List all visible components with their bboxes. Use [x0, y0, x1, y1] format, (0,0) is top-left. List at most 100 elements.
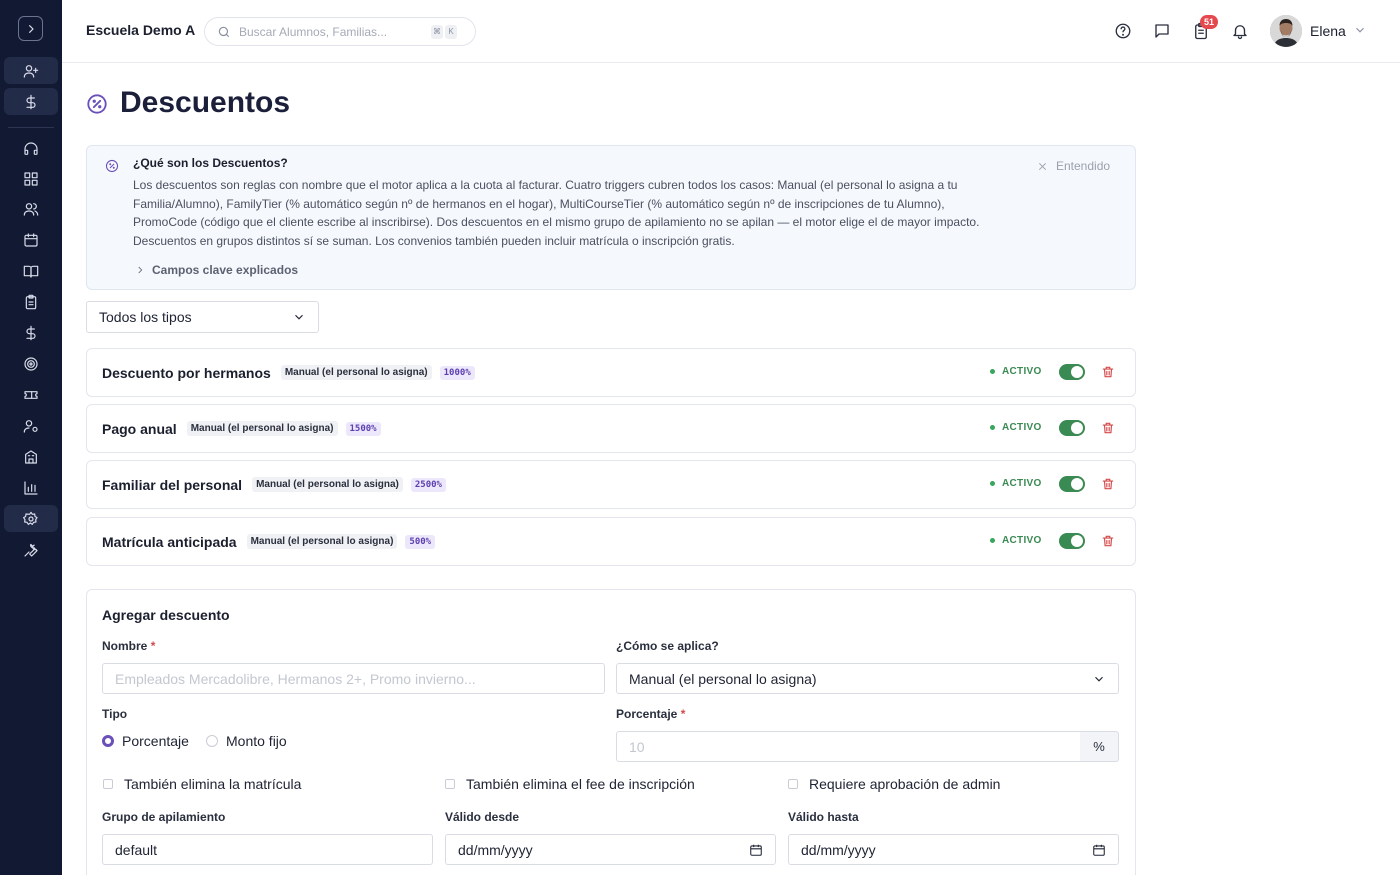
- valid-from-value: dd/mm/yyyy: [458, 841, 533, 858]
- radio-selected-indicator: [102, 735, 114, 747]
- type-radio-percentage[interactable]: Porcentaje: [102, 733, 189, 749]
- status-badge: ACTIVO: [990, 478, 1042, 489]
- valid-from-label: Válido desde: [445, 810, 520, 824]
- type-filter-value: Todos los tipos: [99, 309, 192, 325]
- active-toggle[interactable]: [1059, 476, 1085, 492]
- status-dot: [990, 425, 995, 430]
- sidebar-item-users[interactable]: [4, 195, 58, 222]
- discount-info-icon: [105, 159, 119, 173]
- messages-button[interactable]: [1152, 21, 1172, 41]
- info-line: Familia/Alumno), FamilyTier (% automátic…: [133, 196, 945, 211]
- chevron-down-icon: [1095, 676, 1103, 682]
- sidebar-item-user-settings[interactable]: [4, 412, 58, 439]
- sidebar-item-buildings[interactable]: [4, 443, 58, 470]
- gear-icon: [23, 511, 38, 525]
- sidebar-item-courses[interactable]: [4, 257, 58, 284]
- sidebar-expand-button[interactable]: [18, 16, 43, 41]
- help-button[interactable]: [1113, 21, 1133, 41]
- info-line: Los descuentos son reglas con nombre que…: [133, 178, 958, 192]
- discount-name: Matrícula anticipada: [102, 533, 237, 550]
- discount-amount-badge: 1500%: [345, 421, 381, 436]
- discount-trigger-badge: Manual (el personal lo asigna): [186, 421, 338, 436]
- shortcut-key-cmd: ⌘: [431, 24, 443, 39]
- active-toggle[interactable]: [1059, 364, 1085, 380]
- sidebar-item-settings[interactable]: [4, 505, 58, 532]
- sidebar-item-tools[interactable]: [4, 536, 58, 563]
- valid-to-label: Válido hasta: [788, 810, 859, 824]
- search-box[interactable]: ⌘ K: [204, 17, 476, 46]
- page-title: Descuentos: [120, 86, 291, 119]
- sidebar-item-dashboard[interactable]: [4, 165, 58, 192]
- key-fields-label: Campos clave explicados: [152, 263, 299, 277]
- calendar-icon: [24, 232, 38, 247]
- valid-to-field[interactable]: dd/mm/yyyy: [788, 834, 1119, 865]
- sidebar-item-billing[interactable]: [4, 88, 58, 115]
- delete-button[interactable]: [1101, 534, 1115, 548]
- radio-label: Monto fijo: [226, 733, 287, 749]
- delete-button[interactable]: [1101, 421, 1115, 435]
- clipboard-icon: [25, 294, 37, 309]
- trash-icon: [1102, 478, 1114, 490]
- user-menu-toggle[interactable]: [1353, 23, 1367, 37]
- active-toggle[interactable]: [1059, 420, 1085, 436]
- discount-name: Pago anual: [102, 420, 177, 437]
- delete-button[interactable]: [1101, 477, 1115, 491]
- sidebar-item-reports[interactable]: [4, 474, 58, 501]
- avatar-photo: [1270, 15, 1302, 47]
- sidebar-item-payments[interactable]: [4, 319, 58, 346]
- sidebar-item-add-user[interactable]: [4, 57, 58, 84]
- percent-suffix: %: [1080, 731, 1119, 762]
- sidebar-item-calendar[interactable]: [4, 226, 58, 253]
- school-name[interactable]: Escuela Demo A: [86, 22, 195, 38]
- sidebar-item-support[interactable]: [4, 135, 58, 162]
- stack-group-field[interactable]: default: [102, 834, 433, 865]
- headset-icon: [24, 141, 38, 155]
- remove-matricula-checkbox[interactable]: También elimina la matrícula: [103, 776, 301, 792]
- discount-row[interactable]: Familiar del personal Manual (el persona…: [86, 460, 1136, 509]
- trash-icon: [1102, 535, 1114, 547]
- checkbox-label: Requiere aprobación de admin: [809, 776, 1001, 792]
- close-icon: [1038, 162, 1047, 170]
- discount-amount-badge: 500%: [405, 534, 436, 549]
- dollar-icon: [26, 94, 36, 109]
- radio-label: Porcentaje: [122, 733, 189, 749]
- chevron-right-icon: [28, 24, 34, 33]
- book-icon: [23, 265, 39, 278]
- sidebar-item-goals[interactable]: [4, 350, 58, 377]
- avatar[interactable]: [1270, 15, 1302, 47]
- checkbox-box: [445, 779, 455, 789]
- active-toggle[interactable]: [1059, 533, 1085, 549]
- name-label: Nombre *: [102, 639, 156, 653]
- discount-trigger-badge: Manual (el personal lo asigna): [280, 365, 432, 380]
- remove-fee-checkbox[interactable]: También elimina el fee de inscripción: [445, 776, 695, 792]
- ticket-icon: [24, 390, 38, 399]
- info-line: Descuentos en grupos distintos sí se sum…: [133, 233, 735, 248]
- status-dot: [990, 538, 995, 543]
- delete-button[interactable]: [1101, 365, 1115, 379]
- sidebar-divider: [8, 127, 54, 128]
- discount-amount-badge: 1000%: [439, 365, 475, 380]
- info-body: Los descuentos son reglas con nombre que…: [133, 176, 1023, 250]
- info-line: PromoCode (código que el cliente escribe…: [133, 215, 980, 230]
- apply-select[interactable]: Manual (el personal lo asigna): [616, 663, 1119, 694]
- apply-label: ¿Cómo se aplica?: [616, 639, 719, 653]
- type-filter-select[interactable]: Todos los tipos: [86, 301, 319, 333]
- discount-row[interactable]: Descuento por hermanos Manual (el person…: [86, 348, 1136, 397]
- sidebar-item-tickets[interactable]: [4, 381, 58, 408]
- percent-field[interactable]: 10: [616, 731, 1081, 762]
- key-fields-expander[interactable]: Campos clave explicados: [135, 263, 298, 277]
- name-field[interactable]: Empleados Mercadolibre, Hermanos 2+, Pro…: [102, 663, 605, 694]
- discount-name: Descuento por hermanos: [102, 364, 271, 381]
- info-dismiss-button[interactable]: Entendido: [1037, 159, 1110, 173]
- dollar-icon: [26, 325, 36, 340]
- valid-from-field[interactable]: dd/mm/yyyy: [445, 834, 776, 865]
- discount-row[interactable]: Matrícula anticipada Manual (el personal…: [86, 517, 1136, 566]
- admin-approval-checkbox[interactable]: Requiere aprobación de admin: [788, 776, 1000, 792]
- search-input[interactable]: [239, 24, 429, 39]
- type-radio-fixed[interactable]: Monto fijo: [206, 733, 287, 749]
- discount-row[interactable]: Pago anual Manual (el personal lo asigna…: [86, 404, 1136, 453]
- user-name[interactable]: Elena: [1310, 23, 1346, 39]
- apply-select-value: Manual (el personal lo asigna): [629, 670, 817, 687]
- notifications-button[interactable]: [1230, 21, 1250, 41]
- sidebar-item-tasks[interactable]: [4, 288, 58, 315]
